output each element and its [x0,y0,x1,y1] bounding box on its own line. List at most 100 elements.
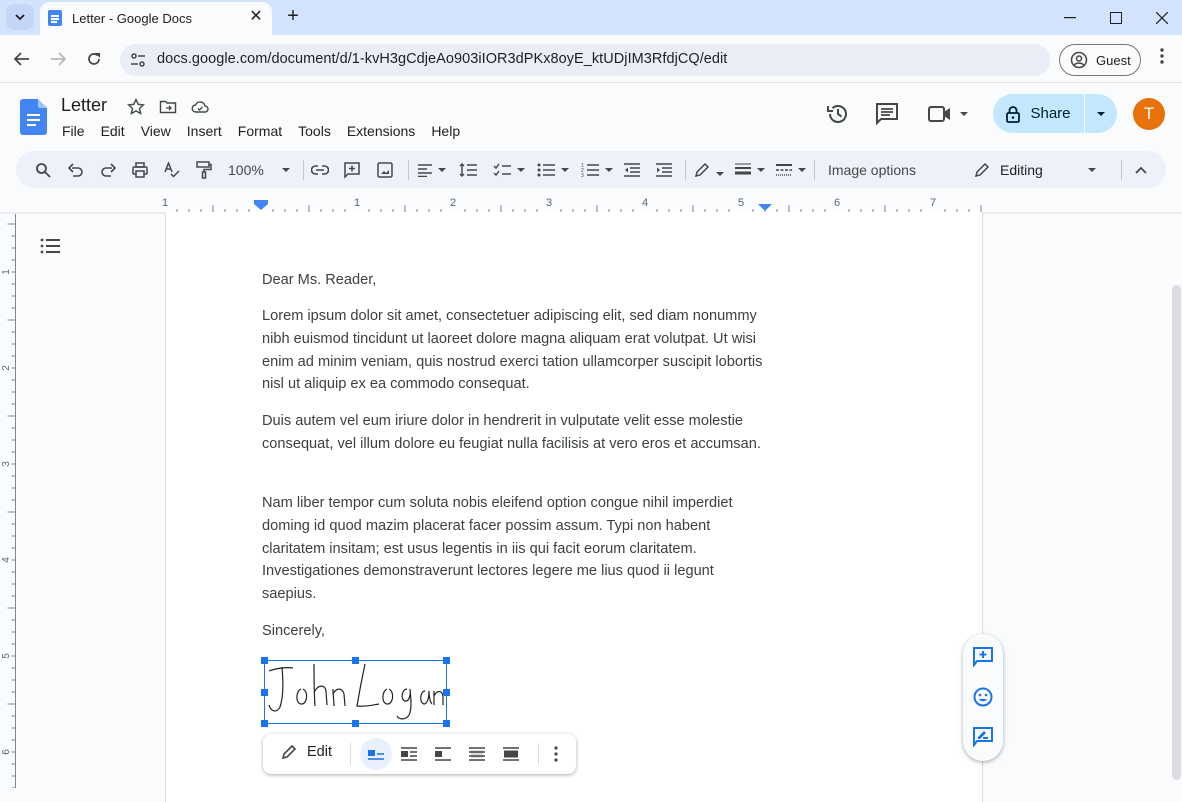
decrease-indent-button[interactable] [623,160,641,180]
break-text-icon [435,747,451,761]
body-paragraph[interactable]: Duis autem vel eum iriure dolor in hendr… [262,410,782,456]
caret-down-icon [517,168,525,172]
border-color-button[interactable] [693,160,725,180]
line-spacing-button[interactable] [458,160,478,180]
resize-handle[interactable] [261,720,268,727]
cloud-saved-icon[interactable] [191,98,209,116]
meet-button[interactable] [928,101,972,127]
document-title[interactable]: Letter [61,95,107,116]
star-icon[interactable] [127,98,145,116]
border-dash-icon [776,164,792,176]
emoji-reaction-icon[interactable] [973,687,993,707]
more-options-button[interactable] [554,746,558,767]
menu-insert[interactable]: Insert [179,121,230,141]
increase-indent-icon [656,163,672,177]
insert-link-button[interactable] [311,160,329,180]
lock-icon [1006,105,1021,123]
behind-text-button[interactable] [469,747,485,766]
video-camera-icon [928,106,950,122]
wrap-text-button[interactable] [401,747,417,766]
add-comment-icon[interactable] [973,647,993,667]
increase-indent-button[interactable] [655,160,673,180]
horizontal-ruler[interactable]: 1 1 2 3 4 5 6 7 [0,192,1182,214]
checklist-button[interactable] [491,160,527,180]
signature-image[interactable] [261,657,450,727]
insert-image-button[interactable] [376,160,394,180]
right-indent-marker[interactable] [758,204,772,211]
body-paragraph[interactable]: Nam liber tempor cum soluta nobis eleife… [262,492,768,606]
resize-handle[interactable] [443,657,450,664]
new-tab-button[interactable]: + [282,5,304,27]
zoom-select[interactable]: 100% [228,160,290,180]
account-avatar[interactable]: T [1133,98,1165,130]
menu-format[interactable]: Format [230,121,290,141]
align-left-icon [418,163,432,177]
pencil-icon [281,744,297,760]
resize-handle[interactable] [443,720,450,727]
break-text-button[interactable] [435,747,451,766]
closing[interactable]: Sincerely, [262,620,782,643]
reload-button[interactable] [81,46,107,72]
menu-file[interactable]: File [54,121,93,141]
close-tab-icon[interactable]: ✕ [246,7,266,27]
undo-button[interactable] [67,160,85,180]
body-paragraph[interactable]: Lorem ipsum dolor sit amet, consectetuer… [262,305,782,396]
caret-down-icon [1088,168,1096,172]
resize-handle[interactable] [261,657,268,664]
vertical-scrollbar[interactable] [1172,285,1181,780]
vertical-ruler[interactable]: 1 2 3 4 5 6 [0,214,17,788]
move-to-folder-icon[interactable] [159,98,177,116]
align-button[interactable] [416,160,448,180]
resize-handle[interactable] [443,689,450,696]
search-icon [36,163,51,178]
share-button[interactable]: Share [993,94,1085,133]
left-indent-marker[interactable] [254,200,268,210]
forward-button[interactable] [45,46,71,72]
search-menus-button[interactable] [34,160,52,180]
bulleted-list-button[interactable] [536,160,570,180]
menu-help[interactable]: Help [423,121,468,141]
tab-search-button[interactable] [6,4,34,30]
resize-handle[interactable] [352,720,359,727]
edit-image-button[interactable]: Edit [281,744,332,760]
resize-handle[interactable] [352,657,359,664]
wrap-inline-button[interactable] [360,738,392,770]
maximize-button[interactable] [1093,0,1139,35]
suggest-edits-icon[interactable] [973,727,993,747]
document-outline-icon[interactable] [40,237,62,255]
close-window-button[interactable] [1139,0,1182,35]
profile-button[interactable]: Guest [1059,44,1141,76]
back-button[interactable] [9,46,35,72]
numbered-list-button[interactable]: 123 [580,160,614,180]
share-dropdown-button[interactable] [1085,94,1117,133]
editing-mode-select[interactable]: Editing [974,160,1096,180]
browser-tab[interactable]: Letter - Google Docs ✕ [40,2,272,35]
add-comment-button[interactable] [343,160,361,180]
signature-drawing [268,663,444,720]
redo-button[interactable] [99,160,117,180]
minimize-button[interactable] [1047,0,1093,35]
image-options-button[interactable]: Image options [828,160,916,180]
menu-view[interactable]: View [133,121,179,141]
spellcheck-button[interactable] [163,160,181,180]
docs-logo-icon[interactable] [20,99,47,135]
browser-menu-button[interactable] [1152,48,1172,72]
menu-extensions[interactable]: Extensions [339,121,423,141]
minimize-icon [1064,16,1076,18]
ruler-label: 6 [834,197,840,209]
border-weight-button[interactable] [735,160,765,180]
menu-tools[interactable]: Tools [290,121,339,141]
address-bar[interactable]: docs.google.com/document/d/1-kvH3gCdjeAo… [120,44,1050,76]
resize-handle[interactable] [261,689,268,696]
collapse-menus-button[interactable] [1132,160,1150,180]
in-front-of-text-button[interactable] [503,747,519,766]
comments-icon[interactable] [874,101,900,127]
version-history-icon[interactable] [825,101,851,127]
salutation[interactable]: Dear Ms. Reader, [262,269,782,292]
border-dash-button[interactable] [776,160,806,180]
print-button[interactable] [131,160,149,180]
paint-format-button[interactable] [195,160,213,180]
ruler-label: 6 [1,749,12,755]
menu-edit[interactable]: Edit [93,121,133,141]
browser-tab-strip: Letter - Google Docs ✕ + [0,0,1182,35]
